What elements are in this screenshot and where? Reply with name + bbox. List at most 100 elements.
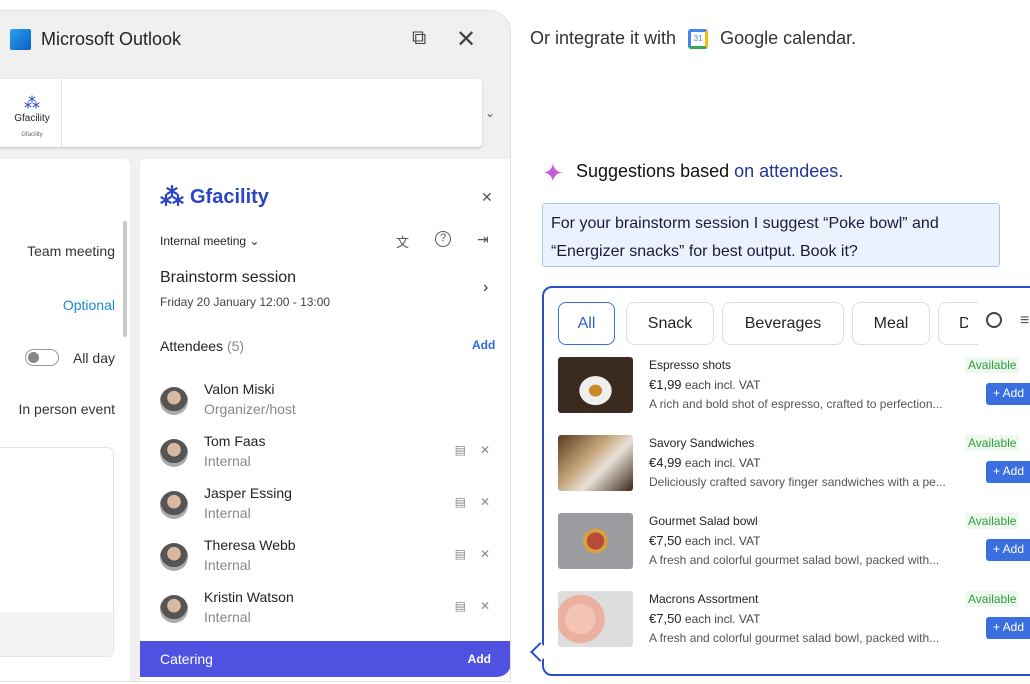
remove-attendee-icon[interactable]: ✕ [480,599,490,613]
availability-badge: Available [965,513,1020,529]
add-catering-button[interactable]: Add [468,652,491,666]
attendee-role: Internal [204,505,251,521]
attendee-name: Jasper Essing [204,485,292,501]
meeting-type-label: Internal meeting [160,234,247,248]
filter-chip-all[interactable]: All [558,302,615,345]
allday-toggle[interactable] [24,349,59,366]
filter-chip-snack[interactable]: Snack [626,302,714,345]
event-title[interactable]: Brainstorm session [160,269,296,287]
integration-note: Or integrate it with 31 Google calendar. [530,28,856,49]
outlook-window: Microsoft Outlook ⧉ ✕ ⁂ Gfacility Gfacil… [0,10,511,682]
meeting-type-dropdown[interactable]: Internal meeting ⌄ [160,234,259,248]
suggestions-heading-highlight: on attendees. [734,161,844,181]
item-price: €7,50 [649,611,682,626]
filter-icon[interactable]: ≡ [1020,312,1029,330]
remove-attendee-icon[interactable]: ✕ [480,547,490,561]
attendee-role: Organizer/host [204,401,296,417]
item-image [558,357,633,413]
attendee-name: Kristin Watson [204,589,294,605]
search-icon[interactable] [986,312,1002,328]
item-price: €7,50 [649,533,682,548]
item-description: A fresh and colorful gourmet salad bowl,… [649,631,940,645]
item-description: A rich and bold shot of espresso, crafte… [649,397,943,411]
item-image [558,591,633,647]
attendees-count: (5) [226,338,245,354]
integrate-prefix: Or integrate it with [530,28,677,48]
remove-attendee-icon[interactable]: ✕ [480,495,490,509]
add-item-button[interactable]: + Add [986,617,1030,639]
add-attendee-button[interactable]: Add [472,338,495,352]
filter-chip-beverages[interactable]: Beverages [722,302,844,345]
item-name: Espresso shots [649,358,732,372]
attendee-role: Internal [204,609,251,625]
add-item-button[interactable]: + Add [986,461,1030,483]
ribbon-gfacility-button[interactable]: ⁂ Gfacility Gfacility [3,79,62,147]
attendees-label: Attendees [160,338,224,354]
event-type-field[interactable]: In person event [0,401,115,417]
item-name: Macrons Assortment [649,592,759,606]
remove-attendee-icon[interactable]: ✕ [480,443,490,457]
item-name: Gourmet Salad bowl [649,514,758,528]
ribbon-expand-icon[interactable]: ⌄ [485,106,495,120]
ribbon-item-label: Gfacility [14,113,50,124]
catalog-item: Macrons Assortment €7,50 each incl. VAT … [558,591,1030,647]
item-image [558,513,633,569]
subject-field[interactable]: Team meeting [0,243,115,259]
add-item-button[interactable]: + Add [986,383,1030,405]
gfacility-panel: ⁂ Gfacility ✕ Internal meeting ⌄ 文 ? ⇥ B… [140,159,510,681]
event-form: Team meeting Optional All day In person … [0,159,130,681]
id-card-icon[interactable]: ▤ [455,547,466,561]
attendee-name: Tom Faas [204,433,266,449]
id-card-icon[interactable]: ▤ [455,599,466,613]
window-title-text: Microsoft Outlook [41,29,182,49]
avatar [160,387,188,415]
gfacility-logo-icon: ⁂ [24,95,40,112]
avatar [160,595,188,623]
allday-label: All day [72,349,115,366]
attendee-role: Internal [204,557,251,573]
item-name: Savory Sandwiches [649,436,755,450]
filter-chip-meal[interactable]: Meal [852,302,930,345]
avatar [160,439,188,467]
attendee-row: Kristin Watson Internal ▤ ✕ [160,589,490,641]
ribbon-group-label: Gfacility [21,132,43,138]
attendee-row: Theresa Webb Internal ▤ ✕ [160,537,490,589]
window-title: Microsoft Outlook [10,29,181,50]
attendee-name: Theresa Webb [204,537,296,553]
close-window-icon[interactable]: ✕ [456,25,476,54]
item-price: €4,99 [649,455,682,470]
id-card-icon[interactable]: ▤ [455,443,466,457]
optional-link[interactable]: Optional [0,297,115,313]
item-description: Deliciously crafted savory finger sandwi… [649,475,946,489]
item-unit: each incl. VAT [684,534,761,548]
outlook-logo-icon [10,29,31,50]
google-calendar-link[interactable]: Google calendar. [720,28,856,49]
attendee-row: Valon Miski Organizer/host [160,381,490,433]
catalog-item: Espresso shots €1,99 each incl. VAT A ri… [558,357,1030,413]
close-panel-icon[interactable]: ✕ [481,189,493,206]
suggestions-heading-text: Suggestions based [576,161,730,181]
sparkle-icon: ✦ [542,158,564,188]
translate-icon[interactable]: 文 [396,232,409,251]
add-item-button[interactable]: + Add [986,539,1030,561]
attendee-name: Valon Miski [204,381,275,397]
chevron-right-icon[interactable]: › [483,279,488,297]
item-description: A fresh and colorful gourmet salad bowl,… [649,553,940,567]
brand-name: Gfacility [190,186,269,208]
ribbon: ⁂ Gfacility Gfacility [0,79,482,147]
popout-icon[interactable]: ⧉ [412,27,426,50]
id-card-icon[interactable]: ▤ [455,495,466,509]
body-editor[interactable] [0,447,114,657]
scrollbar[interactable] [123,221,127,337]
attendee-row: Jasper Essing Internal ▤ ✕ [160,485,490,537]
availability-badge: Available [965,435,1020,451]
catering-label: Catering [160,651,213,667]
item-unit: each incl. VAT [684,456,761,470]
help-icon[interactable]: ? [435,231,451,247]
availability-badge: Available [965,357,1020,373]
avatar [160,491,188,519]
suggestion-message: For your brainstorm session I suggest “P… [542,203,1000,267]
attendee-role: Internal [204,453,251,469]
item-unit: each incl. VAT [684,378,761,392]
logout-icon[interactable]: ⇥ [477,231,489,248]
